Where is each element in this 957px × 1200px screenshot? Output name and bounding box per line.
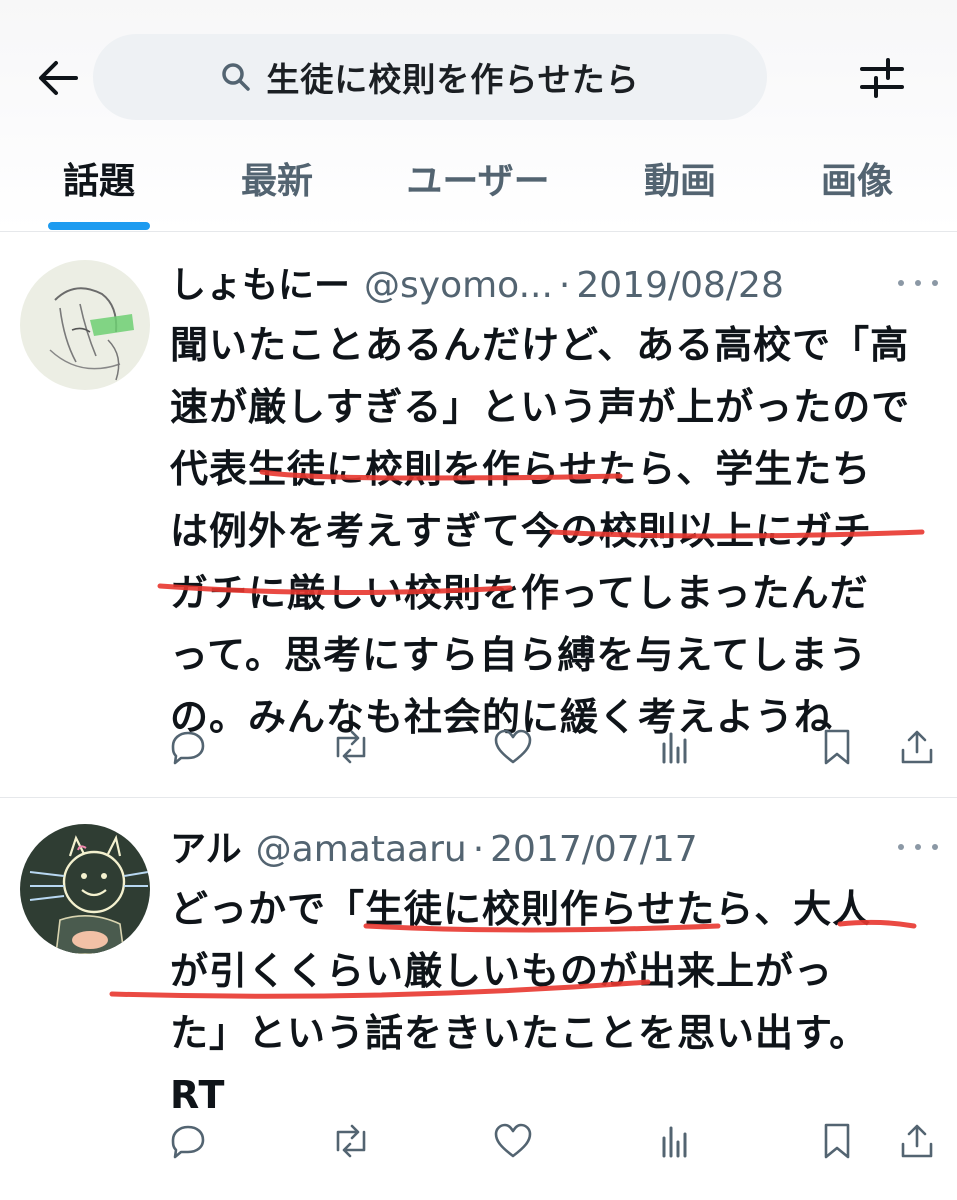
- back-button[interactable]: [32, 52, 84, 104]
- bookmark-button[interactable]: [812, 1116, 862, 1166]
- tweet-text: 聞いたことあるんだけど、ある高校で「高 速が厳しすぎる」という声が上がったので …: [170, 314, 940, 748]
- reply-button[interactable]: [163, 1116, 213, 1166]
- search-results-screen: 生徒に校則を作らせたら 話題 最新 ユーザー 動画 画像 しょもにー @syom…: [0, 0, 957, 1200]
- tab-label: 画像: [820, 161, 893, 202]
- tab-videos[interactable]: 動画: [625, 152, 735, 232]
- share-button[interactable]: [892, 1116, 942, 1166]
- like-icon: [494, 729, 532, 764]
- more-dot-icon: [915, 844, 921, 850]
- tweet-line: って。思考にすら自ら縛を与えてしまう: [170, 633, 868, 677]
- tweet[interactable]: しょもにー @syomo... · 2019/08/28 聞いたことあるんだけど…: [0, 232, 957, 797]
- share-button[interactable]: [892, 722, 942, 772]
- active-tab-indicator: [48, 222, 150, 230]
- bookmark-button[interactable]: [812, 722, 862, 772]
- views-icon: [662, 732, 687, 764]
- tweet[interactable]: アル @amataaru · 2017/07/17 どっかで「生徒に校則作らせた…: [0, 798, 957, 1200]
- tab-users[interactable]: ユーザー: [390, 152, 566, 232]
- tweet-line: ガチに厳しい校則を作ってしまったんだ: [170, 571, 869, 615]
- tab-label: ユーザー: [406, 161, 550, 202]
- more-options-button[interactable]: [898, 832, 938, 862]
- user-name[interactable]: しょもにー: [170, 256, 350, 308]
- search-icon: [220, 60, 254, 94]
- user-handle[interactable]: @amataaru: [256, 829, 467, 870]
- tab-latest[interactable]: 最新: [222, 152, 332, 232]
- more-dot-icon: [932, 280, 938, 286]
- avatar[interactable]: [20, 824, 150, 954]
- tweet-date[interactable]: 2017/07/17: [490, 829, 698, 870]
- retweet-icon: [336, 1124, 366, 1158]
- user-handle[interactable]: @syomo...: [364, 265, 553, 306]
- views-button[interactable]: [650, 1116, 700, 1166]
- like-button[interactable]: [488, 722, 538, 772]
- tab-label: 最新: [240, 161, 313, 202]
- tweet-header: しょもにー @syomo... · 2019/08/28: [170, 256, 784, 306]
- search-tabs: 話題 最新 ユーザー 動画 画像: [0, 140, 957, 232]
- retweet-button[interactable]: [326, 1116, 376, 1166]
- sliders-icon: [860, 58, 904, 98]
- tweet-actions: [0, 1116, 957, 1166]
- views-icon: [662, 1126, 687, 1158]
- tab-label: 動画: [643, 161, 716, 202]
- separator-dot: ·: [472, 829, 485, 870]
- search-input[interactable]: 生徒に校則を作らせたら: [93, 34, 767, 120]
- reply-icon: [171, 731, 205, 765]
- tab-trending[interactable]: 話題: [44, 152, 154, 232]
- more-dot-icon: [898, 844, 904, 850]
- more-dot-icon: [898, 280, 904, 286]
- retweet-button[interactable]: [326, 722, 376, 772]
- tweet-header: アル @amataaru · 2017/07/17: [170, 820, 698, 870]
- separator-dot: ·: [558, 265, 571, 306]
- like-button[interactable]: [488, 1116, 538, 1166]
- user-name[interactable]: アル: [170, 820, 242, 872]
- avatar-chalkboard-image: [20, 824, 150, 954]
- like-icon: [494, 1123, 532, 1158]
- reply-button[interactable]: [163, 722, 213, 772]
- tweet-line: は例外を考えすぎて今の校則以上にガチ: [170, 509, 873, 553]
- views-button[interactable]: [650, 722, 700, 772]
- more-options-button[interactable]: [898, 268, 938, 298]
- tweet-date[interactable]: 2019/08/28: [576, 265, 784, 306]
- bookmark-icon: [824, 1123, 850, 1159]
- tab-label: 話題: [62, 161, 135, 202]
- search-filter-button[interactable]: [852, 52, 912, 104]
- tweet-text: どっかで「生徒に校則作らせたら、大人 が引くくらい厳しいものが出来上がっ た」と…: [170, 878, 940, 1126]
- tweet-line: 速が厳しすぎる」という声が上がったので: [170, 385, 911, 429]
- tweet-line: 代表生徒に校則を作らせたら、学生たち: [170, 447, 872, 491]
- reply-icon: [171, 1125, 205, 1159]
- tweet-line: 聞いたことあるんだけど、ある高校で「高: [170, 323, 910, 367]
- search-header: 生徒に校則を作らせたら 話題 最新 ユーザー 動画 画像: [0, 0, 957, 232]
- tweet-line: た」という話をきいたことを思い出す。: [170, 1011, 869, 1055]
- tweet-line: どっかで「生徒に校則作らせたら、大人: [170, 887, 872, 931]
- more-dot-icon: [932, 844, 938, 850]
- more-dot-icon: [915, 280, 921, 286]
- avatar[interactable]: [20, 260, 150, 390]
- arrow-left-icon: [39, 61, 78, 95]
- bookmark-icon: [824, 729, 850, 765]
- share-icon: [901, 1124, 933, 1158]
- tab-images[interactable]: 画像: [802, 152, 912, 232]
- retweet-icon: [336, 730, 366, 764]
- tweet-actions: [0, 722, 957, 772]
- tweet-line: が引くくらい厳しいものが出来上がっ: [170, 949, 834, 993]
- avatar-sketch-image: [20, 260, 150, 390]
- share-icon: [901, 730, 933, 764]
- search-query-text: 生徒に校則を作らせたら: [266, 60, 640, 99]
